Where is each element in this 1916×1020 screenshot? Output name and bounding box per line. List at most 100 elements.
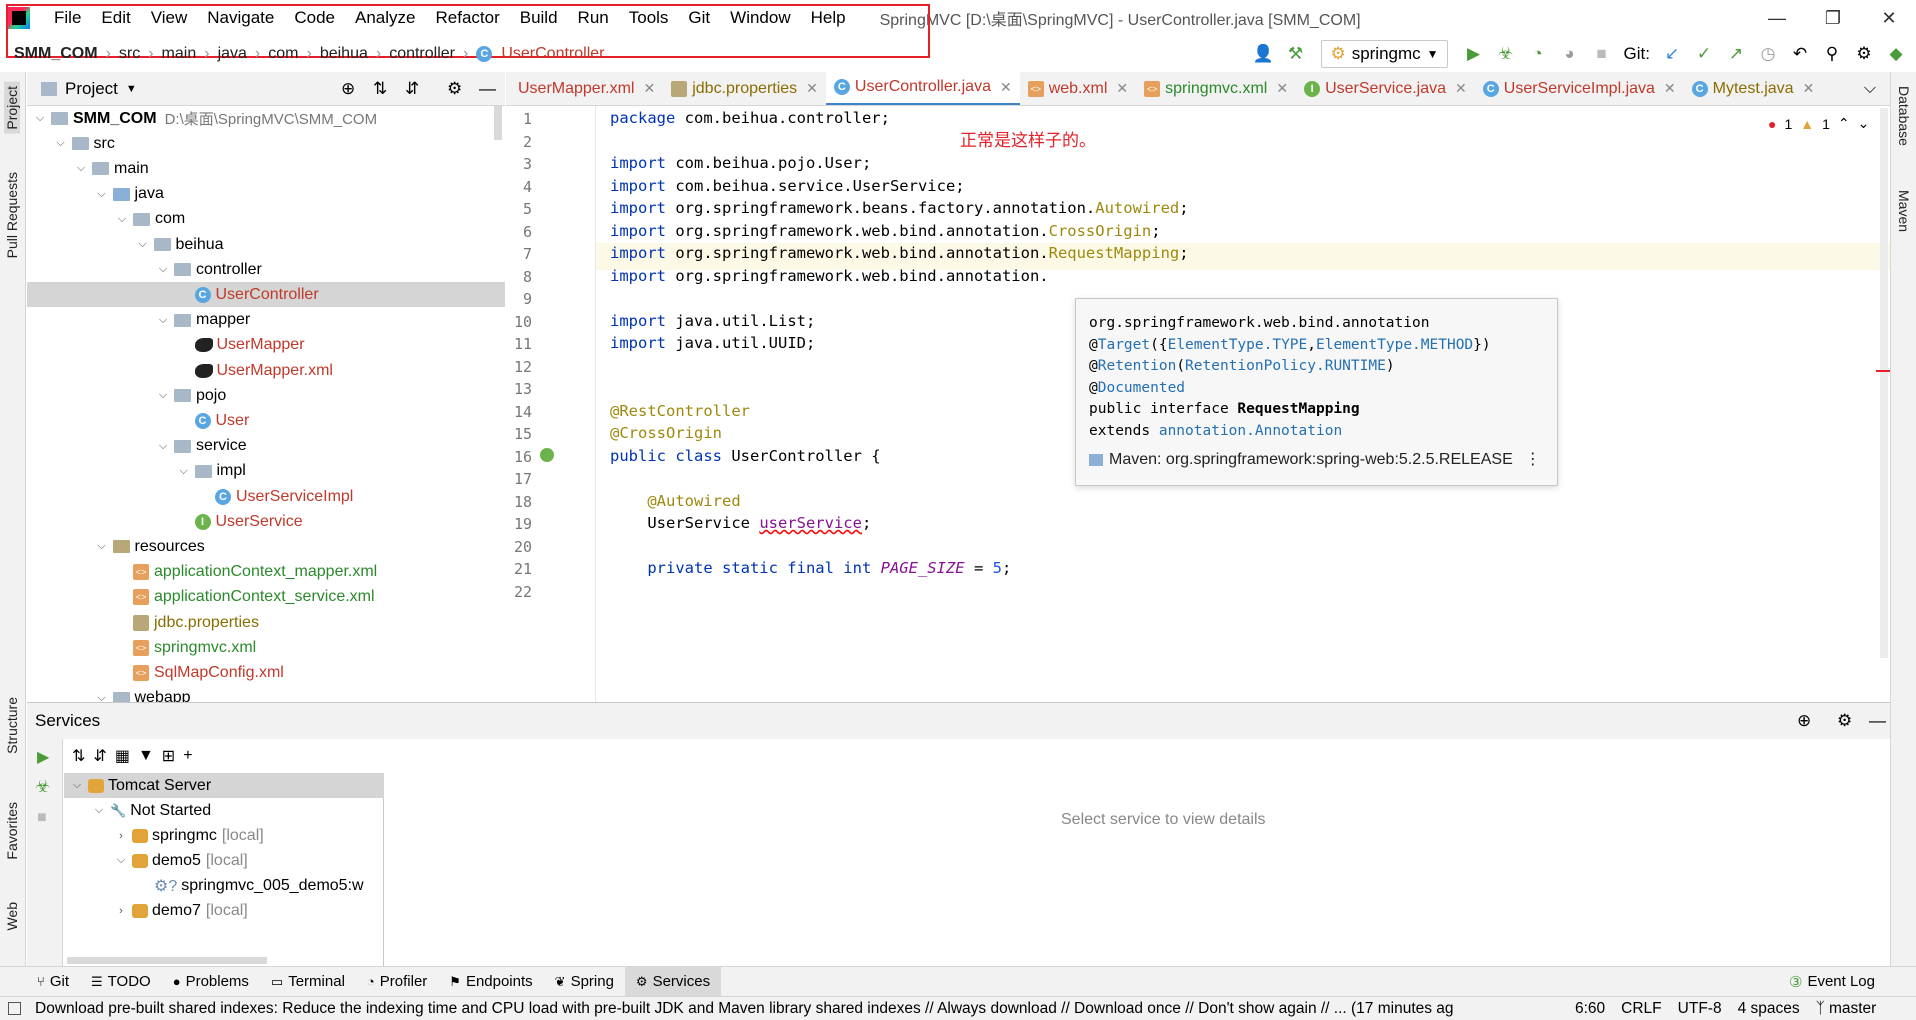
tool-pull-requests[interactable]: Pull Requests <box>4 172 20 258</box>
tree-item[interactable]: C UserServiceImpl <box>27 484 505 509</box>
editor-tab[interactable]: C UserController.java ✕ <box>825 72 1020 105</box>
doc-retention-link[interactable]: Retention <box>1098 358 1177 374</box>
tree-item[interactable]: ⌵ java <box>27 182 505 207</box>
chevron-down-icon[interactable]: ⌵ <box>115 213 129 226</box>
chevron-down-icon[interactable]: ▼ <box>126 83 137 95</box>
debug-icon[interactable]: ☣ <box>1492 40 1520 68</box>
tool-project[interactable]: Project <box>4 82 20 134</box>
doc-method-link[interactable]: ElementType.METHOD <box>1316 337 1473 353</box>
tool-tab-problems[interactable]: ● Problems <box>162 967 260 997</box>
tool-structure[interactable]: Structure <box>4 697 20 754</box>
tree-item[interactable]: ⌵ mapper <box>27 308 505 333</box>
history-icon[interactable]: ◷ <box>1754 40 1782 68</box>
breadcrumb-item[interactable]: main <box>158 45 201 63</box>
settings-gear-icon[interactable]: ⚙ <box>1850 40 1878 68</box>
tree-item[interactable]: ⌵ resources <box>27 534 505 559</box>
tool-tab-endpoints[interactable]: ⚑ Endpoints <box>438 967 543 997</box>
minimize-icon[interactable]: — <box>1754 0 1800 36</box>
chevron-down-icon[interactable]: ⌵ <box>156 314 170 327</box>
tree-item[interactable]: C User <box>27 408 505 433</box>
breadcrumb-item[interactable]: src <box>115 45 144 63</box>
tree-item[interactable]: ⌵ pojo <box>27 383 505 408</box>
tree-item[interactable]: I UserService <box>27 509 505 534</box>
code-line[interactable]: import org.springframework.web.bind.anno… <box>610 263 1049 290</box>
tree-item[interactable]: ⌵ service <box>27 434 505 459</box>
tree-item[interactable]: UserMapper.xml <box>27 358 505 383</box>
close-icon[interactable]: ✕ <box>1000 79 1012 96</box>
locate-icon[interactable]: ⊕ <box>341 79 355 99</box>
tool-maven[interactable]: Maven <box>1896 190 1912 232</box>
project-scrollbar[interactable] <box>494 106 502 140</box>
breadcrumb-item[interactable]: controller <box>385 45 459 63</box>
breadcrumb-item[interactable]: com <box>264 45 302 63</box>
profile-icon[interactable]: ◕ <box>1556 40 1584 68</box>
doc-type-link[interactable]: ElementType.TYPE <box>1168 337 1308 353</box>
chevron-down-icon[interactable]: ⌵ <box>156 389 170 402</box>
tree-item[interactable]: UserMapper <box>27 333 505 358</box>
tool-tab-git[interactable]: ⑂ Git <box>26 967 80 997</box>
spring-bean-icon[interactable] <box>540 447 554 462</box>
line-separator[interactable]: CRLF <box>1621 1000 1661 1018</box>
chevron-down-icon[interactable]: ⌵ <box>92 804 106 817</box>
tree-item[interactable]: ⌵ SMM_COM D:\桌面\SpringMVC\SMM_COM <box>27 106 505 131</box>
doc-runtime-link[interactable]: RetentionPolicy.RUNTIME <box>1185 358 1386 374</box>
chevron-up-icon[interactable]: ⌃ <box>1838 115 1850 132</box>
code-line[interactable]: private static final int PAGE_SIZE = 5; <box>610 555 1011 582</box>
tree-item[interactable]: jdbc.properties <box>27 610 505 635</box>
chevron-right-icon[interactable]: › <box>114 830 128 842</box>
git-commit-icon[interactable]: ✓ <box>1690 40 1718 68</box>
chevron-down-icon[interactable]: ⌵ <box>156 440 170 453</box>
debug-icon[interactable]: ☣ <box>35 777 50 797</box>
close-icon[interactable]: ✕ <box>1664 80 1676 97</box>
locate-icon[interactable]: ⊕ <box>1797 711 1811 731</box>
tool-web[interactable]: Web <box>4 902 20 931</box>
git-push-icon[interactable]: ↗ <box>1722 40 1750 68</box>
chevron-right-icon[interactable]: › <box>114 905 128 917</box>
more-options-icon[interactable]: ⋮ <box>1525 449 1541 471</box>
code-line[interactable]: import java.util.UUID; <box>610 330 815 357</box>
chevron-down-icon[interactable]: ⌵ <box>33 112 47 125</box>
build-hammer-icon[interactable]: ⚒ <box>1281 40 1309 68</box>
doc-annotation-link[interactable]: annotation.Annotation <box>1159 423 1342 439</box>
code-line[interactable]: UserService userService; <box>610 510 871 537</box>
tool-tab-terminal[interactable]: ▭ Terminal <box>260 967 356 997</box>
tree-item[interactable]: ⌵ com <box>27 207 505 232</box>
project-panel-title[interactable]: Project <box>65 79 118 99</box>
breadcrumb-item[interactable]: SMM_COM <box>10 45 102 63</box>
breadcrumb-item[interactable]: UserController <box>497 45 608 63</box>
service-item[interactable]: ⌵ 🔧 Not Started <box>64 798 384 823</box>
tool-tab-todo[interactable]: ☰ TODO <box>80 967 162 997</box>
event-log-tab[interactable]: ③ Event Log <box>1778 967 1886 997</box>
service-item[interactable]: ⚙? springmvc_005_demo5:w <box>64 873 384 898</box>
editor-tab[interactable]: I UserService.java ✕ <box>1296 72 1475 105</box>
git-branch[interactable]: master <box>1829 1000 1876 1018</box>
run-config-selector[interactable]: ⚙ springmc ▼ <box>1321 40 1448 68</box>
tree-item[interactable]: ⌵ src <box>27 131 505 156</box>
chevron-down-icon[interactable]: ⌵ <box>95 188 109 201</box>
services-hscrollbar[interactable] <box>67 957 267 964</box>
tool-tab-services[interactable]: ⚙ Services <box>624 966 722 997</box>
indent-setting[interactable]: 4 spaces <box>1738 1000 1800 1018</box>
group-icon[interactable]: ▦ <box>115 746 130 766</box>
rollback-icon[interactable]: ↶ <box>1786 40 1814 68</box>
file-encoding[interactable]: UTF-8 <box>1678 1000 1722 1018</box>
git-update-icon[interactable]: ↙ <box>1658 40 1686 68</box>
chevron-down-icon[interactable]: ⌵ <box>156 263 170 276</box>
expand-all-icon[interactable]: ⇅ <box>72 746 85 766</box>
collapse-all-icon[interactable]: ⇵ <box>93 746 106 766</box>
close-icon[interactable]: ✕ <box>1803 80 1815 97</box>
gear-icon[interactable]: ⚙ <box>447 79 462 99</box>
stop-icon[interactable]: ■ <box>1588 40 1616 68</box>
tree-item[interactable]: ⌵ impl <box>27 459 505 484</box>
stop-icon[interactable]: ■ <box>37 809 47 827</box>
tree-item[interactable]: ⌵ beihua <box>27 232 505 257</box>
service-item[interactable]: ⌵ Tomcat Server <box>64 773 384 798</box>
doc-documented-link[interactable]: Documented <box>1098 380 1185 396</box>
collapse-all-icon[interactable]: ⇵ <box>405 79 419 99</box>
editor-tab[interactable]: jdbc.properties ✕ <box>663 72 826 105</box>
tree-item[interactable]: ⌵ webapp <box>27 686 505 702</box>
tool-database[interactable]: Database <box>1896 86 1912 146</box>
expand-all-icon[interactable]: ⇅ <box>373 79 387 99</box>
editor-tab[interactable]: <> web.xml ✕ <box>1020 72 1136 105</box>
close-icon[interactable]: ✕ <box>643 80 655 97</box>
